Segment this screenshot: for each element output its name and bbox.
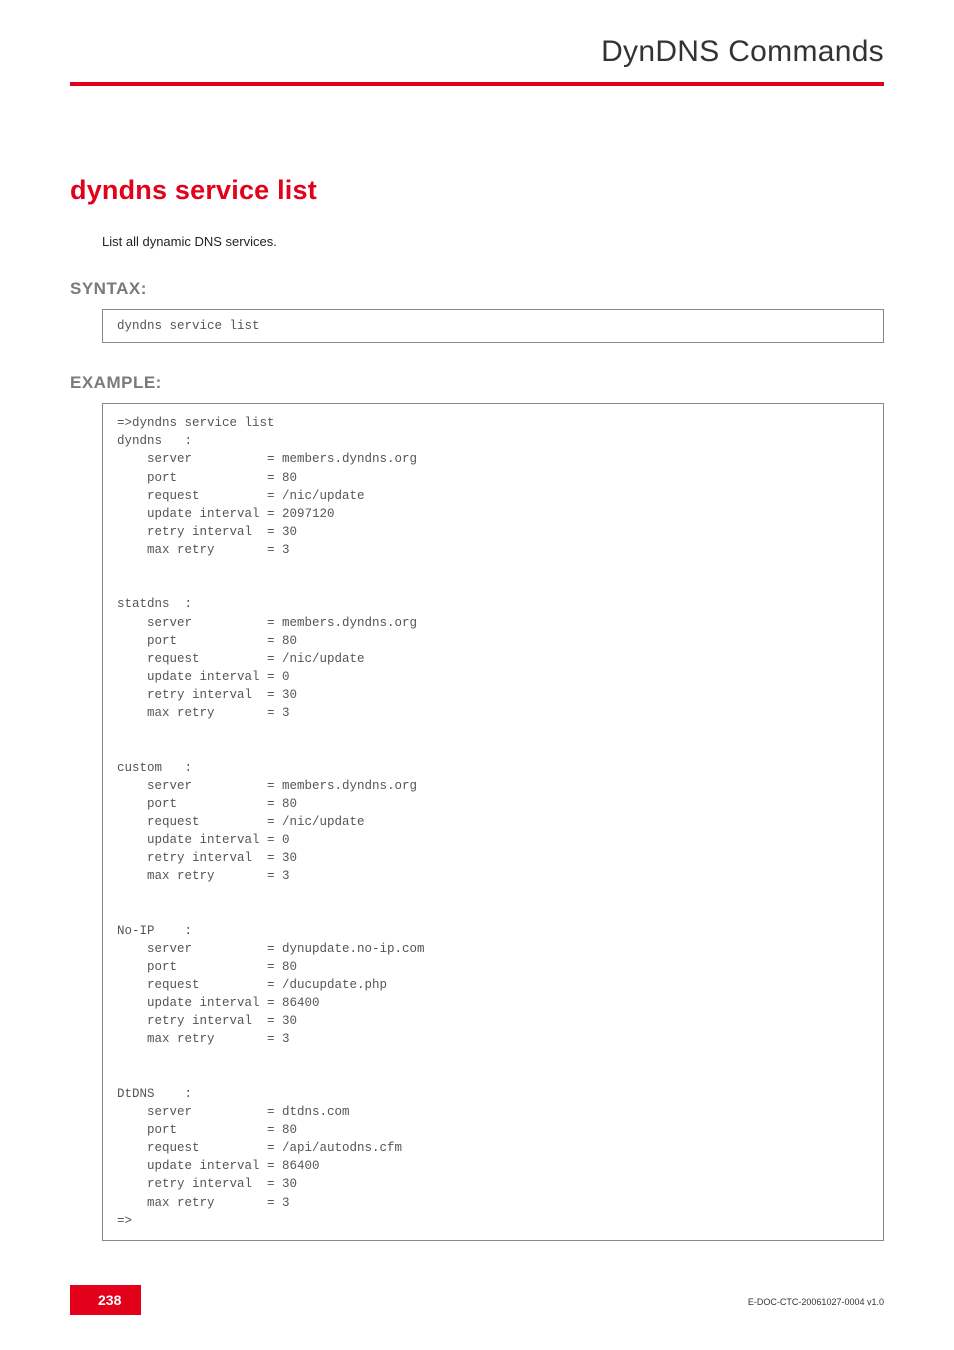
syntax-code: dyndns service list <box>102 309 884 343</box>
page-number-badge: 238 <box>70 1285 141 1315</box>
header-title: DynDNS Commands <box>601 35 884 69</box>
syntax-heading: SYNTAX: <box>70 279 884 299</box>
page-title: dyndns service list <box>70 175 884 206</box>
page-description: List all dynamic DNS services. <box>102 234 884 249</box>
page-footer: 238 E-DOC-CTC-20061027-0004 v1.0 <box>0 1285 954 1315</box>
page-header: DynDNS Commands <box>0 0 954 130</box>
example-heading: EXAMPLE: <box>70 373 884 393</box>
header-underline <box>70 82 884 86</box>
main-content: dyndns service list List all dynamic DNS… <box>0 175 954 1241</box>
example-code: =>dyndns service list dyndns : server = … <box>102 403 884 1241</box>
document-id: E-DOC-CTC-20061027-0004 v1.0 <box>748 1297 884 1307</box>
